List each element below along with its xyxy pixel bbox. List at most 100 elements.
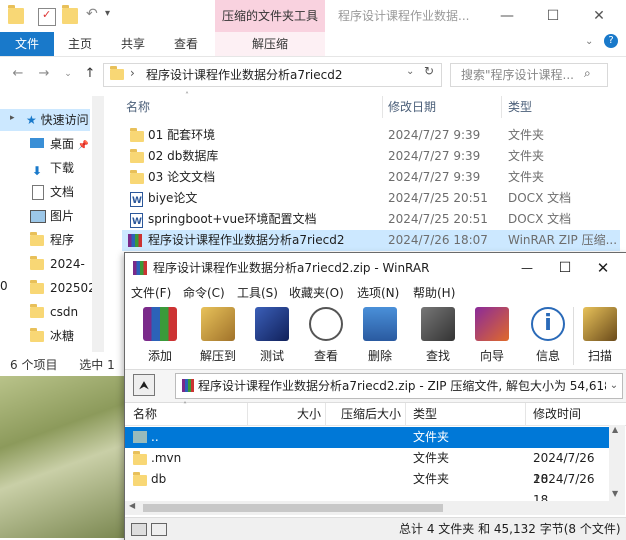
archive-vertical-scrollbar[interactable]: ▲ ▼ — [609, 425, 625, 515]
scroll-thumb[interactable] — [143, 504, 443, 512]
column-header-name[interactable]: 名称 — [126, 96, 150, 118]
sort-arrow-icon: ˄ — [183, 401, 187, 410]
desktop-icon — [30, 138, 44, 148]
address-text[interactable]: 程序设计课程作业数据分析a7riecd2 — [146, 64, 343, 86]
test-button[interactable]: 测试 — [249, 305, 295, 367]
column-divider — [382, 96, 383, 118]
extract-to-button[interactable]: 解压到 — [195, 305, 241, 367]
undo-icon[interactable]: ↶ — [86, 6, 98, 22]
column-divider — [405, 403, 406, 425]
file-row[interactable]: 02 db数据库 2024/7/27 9:39 文件夹 — [122, 146, 620, 167]
status-bar: 6 个项目 选中 1 — [0, 352, 124, 378]
sidebar-item-pictures[interactable]: 图片 — [0, 205, 90, 227]
up-folder-button[interactable]: ⮝ — [133, 374, 155, 396]
context-tab-compressed-tools: 压缩的文件夹工具 — [215, 0, 325, 32]
sidebar-scrollbar[interactable] — [92, 96, 104, 352]
address-dropdown-icon[interactable]: ⌄ — [406, 66, 414, 77]
wizard-button[interactable]: 向导 — [469, 305, 515, 367]
archive-entry-name: db — [151, 472, 167, 486]
help-icon[interactable]: ? — [604, 34, 618, 48]
tab-share[interactable]: 共享 — [121, 32, 145, 56]
file-name: 03 论文文档 — [148, 170, 216, 184]
sidebar-item-documents[interactable]: 文档 — [0, 181, 90, 203]
column-header-type[interactable]: 类型 — [508, 96, 532, 118]
tab-home[interactable]: 主页 — [68, 32, 92, 56]
tab-view[interactable]: 查看 — [174, 32, 198, 56]
properties-icon[interactable]: ✓ — [38, 8, 56, 26]
close-button[interactable]: ✕ — [583, 253, 623, 283]
sidebar-item-desktop[interactable]: 桌面 📌 — [0, 133, 90, 155]
search-icon[interactable]: ⌕ — [584, 66, 591, 81]
file-date: 2024/7/27 9:39 — [388, 128, 481, 142]
close-button[interactable]: ✕ — [576, 0, 622, 32]
menu-tools[interactable]: 工具(S) — [237, 283, 278, 303]
recent-locations-icon[interactable]: ⌄ — [58, 64, 78, 84]
maximize-button[interactable]: ☐ — [545, 253, 585, 283]
file-name: 02 db数据库 — [148, 149, 219, 163]
breadcrumb-chevron-icon: › — [130, 66, 135, 80]
menu-file[interactable]: 文件(F) — [131, 283, 171, 303]
add-button[interactable]: 添加 — [137, 305, 183, 367]
winrar-zip-icon — [182, 379, 194, 392]
menu-commands[interactable]: 命令(C) — [183, 283, 225, 303]
sidebar-item-csdn[interactable]: csdn — [0, 301, 90, 323]
maximize-button[interactable]: ☐ — [530, 0, 576, 32]
sidebar-item-downloads[interactable]: ⬇ 下载 — [0, 157, 90, 179]
column-header-packed[interactable]: 压缩后大小 — [341, 403, 401, 425]
file-row[interactable]: 01 配套环境 2024/7/27 9:39 文件夹 — [122, 125, 620, 146]
file-row-selected[interactable]: 程序设计课程作业数据分析a7riecd2 2024/7/26 18:07 Win… — [122, 230, 620, 251]
forward-button[interactable]: → — [34, 64, 54, 84]
column-header-type[interactable]: 类型 — [413, 403, 437, 425]
sidebar-item-label: 文档 — [50, 185, 75, 199]
menu-options[interactable]: 选项(N) — [357, 283, 399, 303]
expand-icon[interactable]: ▸ — [10, 113, 15, 123]
new-folder-icon[interactable] — [62, 5, 78, 24]
file-type: WinRAR ZIP 压缩... — [508, 233, 618, 247]
sidebar-item-bingtang[interactable]: 冰糖 — [0, 325, 90, 347]
column-divider — [525, 403, 526, 425]
up-button[interactable]: ↑ — [80, 64, 100, 84]
column-header-name[interactable]: 名称 — [133, 403, 157, 425]
archive-path-box[interactable]: 程序设计课程作业数据分析a7riecd2.zip - ZIP 压缩文件, 解包大… — [175, 373, 623, 399]
scroll-down-icon[interactable]: ▼ — [612, 489, 618, 498]
column-header-size[interactable]: 大小 — [297, 403, 321, 425]
file-row[interactable]: biye论文 2024/7/25 20:51 DOCX 文档 — [122, 188, 620, 212]
refresh-icon[interactable]: ↻ — [424, 64, 434, 78]
archive-row[interactable]: db 文件夹 2024/7/26 18 — [125, 469, 609, 507]
sidebar-item-label: csdn — [50, 305, 79, 319]
menu-help[interactable]: 帮助(H) — [413, 283, 455, 303]
scroll-left-icon[interactable]: ◀ — [129, 501, 135, 510]
chevron-down-icon[interactable]: ▾ — [105, 8, 110, 19]
info-button[interactable]: i 信息 — [525, 305, 571, 367]
star-icon: ★ — [26, 113, 37, 127]
file-row[interactable]: springboot+vue环境配置文档 2024/7/25 20:51 DOC… — [122, 209, 620, 233]
sidebar-item-202502[interactable]: 202502 — [0, 277, 96, 299]
find-button[interactable]: 查找 — [415, 305, 461, 367]
menu-favorites[interactable]: 收藏夹(O) — [289, 283, 344, 303]
scan-button[interactable]: 扫描 — [577, 305, 623, 367]
column-divider — [325, 403, 326, 425]
column-header-date[interactable]: 修改日期 — [388, 96, 436, 118]
archive-row[interactable]: .mvn 文件夹 2024/7/26 18 — [125, 448, 609, 486]
info-icon: i — [531, 307, 565, 341]
back-button[interactable]: ← — [8, 64, 28, 84]
ribbon-expand-icon[interactable]: ⌄ — [585, 36, 593, 47]
sidebar-item-2024[interactable]: 2024-0 — [0, 253, 90, 293]
tab-file[interactable]: 文件 — [0, 32, 54, 56]
view-button[interactable]: 查看 — [303, 305, 349, 367]
archive-row-selected[interactable]: .. 文件夹 — [125, 427, 609, 448]
column-header-modified[interactable]: 修改时间 — [533, 403, 581, 425]
folder-icon — [8, 5, 24, 24]
archive-entry-type: 文件夹 — [413, 472, 450, 486]
file-row[interactable]: 03 论文文档 2024/7/27 9:39 文件夹 — [122, 167, 620, 188]
scroll-up-icon[interactable]: ▲ — [612, 425, 618, 434]
delete-button[interactable]: 删除 — [357, 305, 403, 367]
winrar-titlebar: 程序设计课程作业数据分析a7riecd2.zip - WinRAR — ☐ ✕ — [125, 253, 626, 283]
archive-horizontal-scrollbar[interactable]: ◀ — [125, 501, 609, 515]
path-dropdown-icon[interactable]: ⌄ — [606, 374, 622, 398]
tab-extract[interactable]: 解压缩 — [215, 32, 325, 56]
minimize-button[interactable]: — — [507, 253, 547, 283]
sidebar-item-program[interactable]: 程序 — [0, 229, 90, 251]
document-icon — [32, 185, 44, 200]
minimize-button[interactable]: — — [484, 0, 530, 32]
